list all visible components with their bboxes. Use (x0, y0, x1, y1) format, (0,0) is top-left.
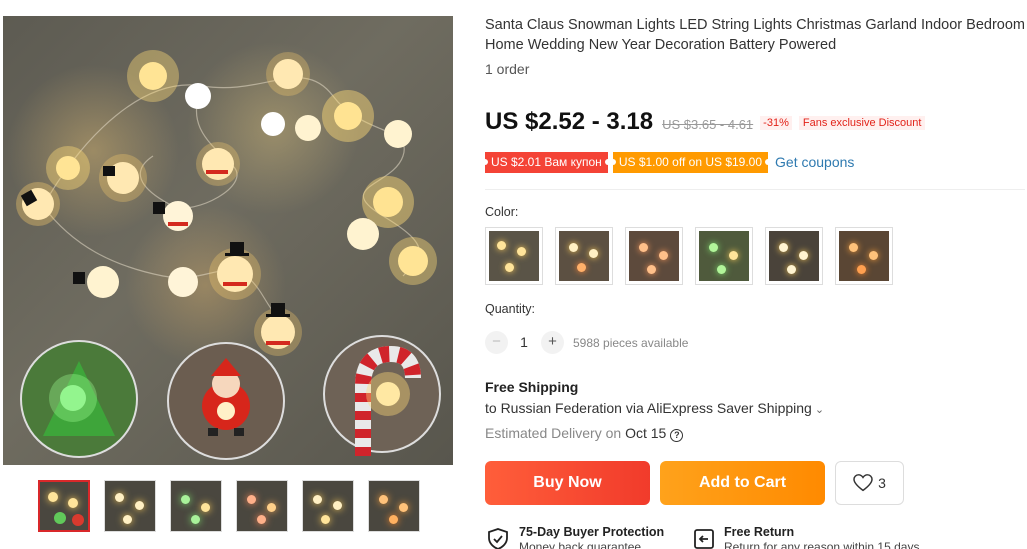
stock-available: 5988 pieces available (573, 336, 689, 350)
color-swatch-5[interactable] (765, 227, 823, 285)
quantity-increase-button[interactable]: + (541, 331, 564, 354)
add-to-cart-button[interactable]: Add to Cart (660, 461, 825, 505)
free-return-title: Free Return (724, 525, 795, 539)
get-coupons-link[interactable]: Get coupons (775, 154, 854, 170)
fans-discount-badge: Fans exclusive Discount (798, 116, 926, 130)
help-icon[interactable]: ? (670, 429, 684, 442)
buy-now-button[interactable]: Buy Now (485, 461, 650, 505)
color-swatch-3[interactable] (625, 227, 683, 285)
coupon-row: US $2.01 Вам купон US $1.00 off on US $1… (482, 151, 854, 173)
thumbnail-2[interactable] (104, 480, 156, 532)
main-product-image[interactable] (3, 16, 453, 465)
order-count: 1 order (485, 61, 530, 77)
free-return-subtitle: Return for any reason within 15 days (724, 540, 920, 549)
buyer-protection-title: 75-Day Buyer Protection (519, 525, 665, 539)
shipping-title: Free Shipping (485, 379, 579, 395)
color-swatch-2[interactable] (555, 227, 613, 285)
coupon-select[interactable]: US $1.00 off on US $19.00 (609, 151, 772, 173)
coupon-store[interactable]: US $2.01 Вам купон (482, 151, 611, 173)
price-row: US $2.52 - 3.18 US $3.65 - 4.61 -31% Fan… (485, 108, 926, 140)
return-icon (694, 529, 714, 549)
chevron-down-icon: ⌄ (814, 404, 825, 416)
estimated-delivery: Estimated Delivery on Oct 15? (485, 425, 684, 442)
wishlist-button[interactable]: 3 (835, 461, 904, 505)
shield-check-icon (488, 528, 508, 549)
quantity-label: Quantity: (485, 302, 536, 316)
thumbnail-6[interactable] (368, 480, 420, 532)
original-price: US $3.65 - 4.61 (662, 117, 754, 132)
thumbnail-3[interactable] (170, 480, 222, 532)
current-price: US $2.52 - 3.18 (485, 108, 654, 135)
color-label: Color: (485, 205, 519, 219)
shipping-destination-text: to Russian Federation via AliExpress Sav… (485, 400, 812, 416)
thumbnail-4[interactable] (236, 480, 288, 532)
discount-badge: -31% (760, 116, 792, 130)
color-swatch-6[interactable] (835, 227, 893, 285)
shipping-destination[interactable]: to Russian Federation via AliExpress Sav… (485, 400, 824, 416)
color-swatch-4[interactable] (695, 227, 753, 285)
thumbnail-5[interactable] (302, 480, 354, 532)
delivery-date: Oct 15 (625, 425, 667, 441)
delivery-label: Estimated Delivery on (485, 425, 622, 441)
quantity-decrease-button[interactable]: − (485, 331, 508, 354)
product-title: Santa Claus Snowman Lights LED String Li… (485, 17, 1025, 53)
thumbnail-1[interactable] (38, 480, 90, 532)
quantity-input[interactable]: 1 (512, 334, 536, 350)
heart-icon (853, 474, 873, 492)
divider (485, 189, 1025, 190)
buyer-protection-subtitle: Money back guarantee (519, 540, 642, 549)
wishlist-count: 3 (878, 475, 886, 491)
color-swatch-1[interactable] (485, 227, 543, 285)
